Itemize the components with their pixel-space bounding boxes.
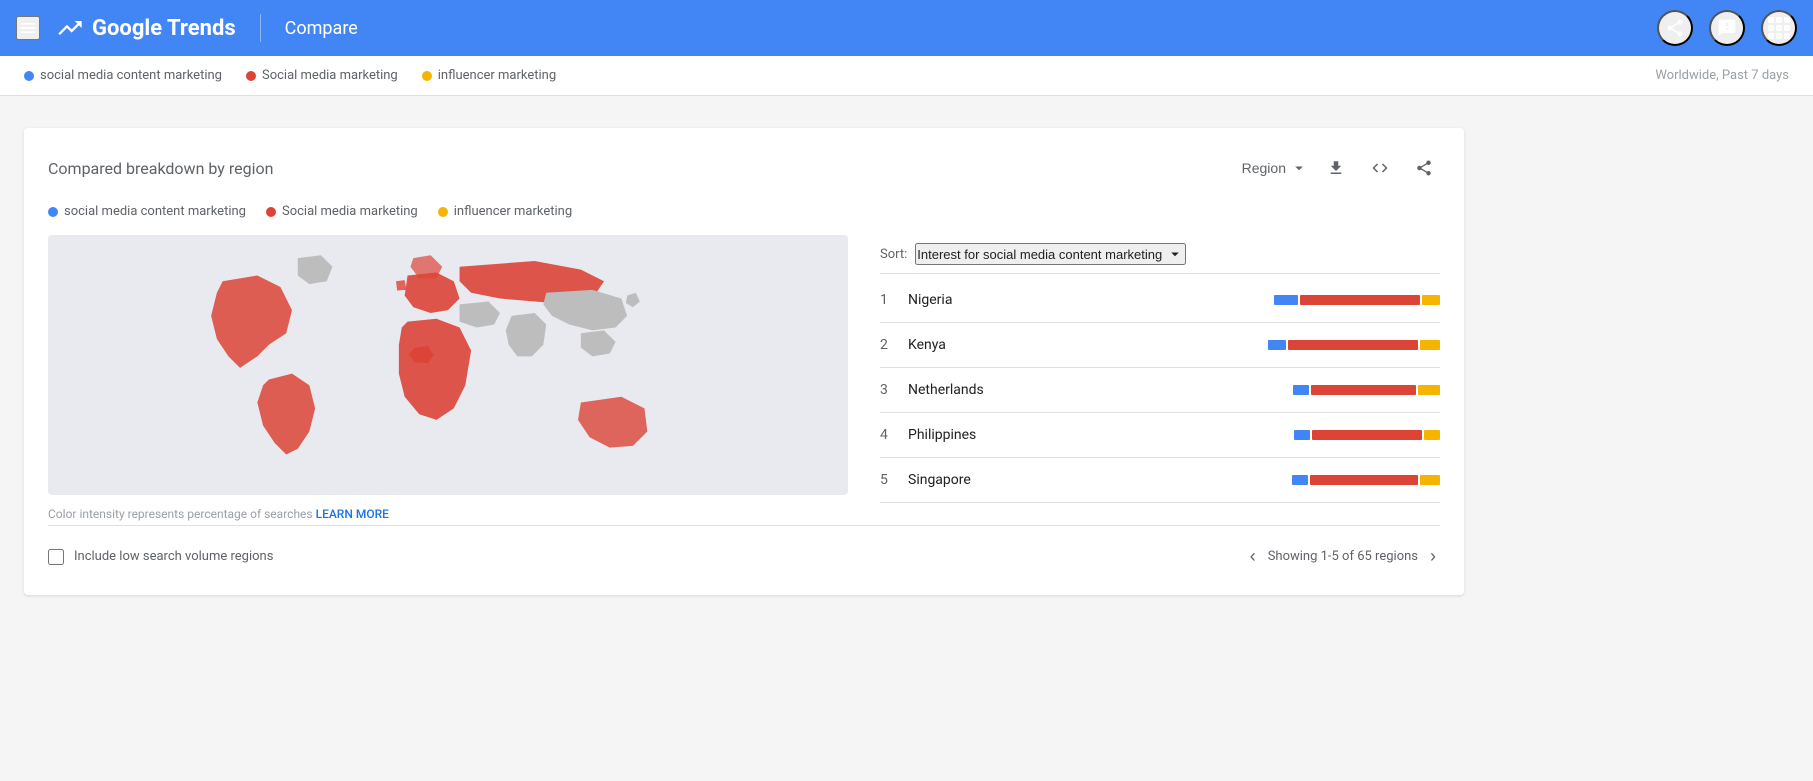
date-range: Worldwide, Past 7 days	[1655, 68, 1789, 83]
card-legend-dot-3	[438, 207, 448, 217]
bar-red	[1312, 430, 1422, 440]
card-controls: Region	[1242, 152, 1440, 184]
share-button[interactable]	[1657, 10, 1693, 46]
bar-blue	[1274, 295, 1298, 305]
sort-label: Sort:	[880, 247, 907, 262]
world-map-svg	[48, 235, 848, 495]
grid-icon	[1768, 17, 1790, 39]
low-volume-checkbox-label[interactable]: Include low search volume regions	[48, 549, 273, 565]
pagination-text: Showing 1-5 of 65 regions	[1268, 549, 1418, 564]
bar-red	[1311, 385, 1416, 395]
download-button[interactable]	[1320, 152, 1352, 184]
learn-more-link[interactable]: LEARN MORE	[316, 507, 389, 521]
card-title: Compared breakdown by region	[48, 159, 273, 178]
legend-bar: social media content marketing Social me…	[0, 56, 1813, 96]
region-row: 4Philippines	[880, 413, 1440, 458]
region-name: Netherlands	[908, 382, 1293, 398]
region-rows-container: 1Nigeria2Kenya3Netherlands4Philippines5S…	[880, 278, 1440, 503]
region-name: Nigeria	[908, 292, 1274, 308]
region-row: 5Singapore	[880, 458, 1440, 503]
region-rank: 2	[880, 337, 908, 353]
bar-blue	[1294, 430, 1310, 440]
card-legend-dot-2	[266, 207, 276, 217]
legend-item-1: social media content marketing	[24, 68, 222, 83]
card-legend-item-1: social media content marketing	[48, 204, 246, 219]
legend-item-2: Social media marketing	[246, 68, 398, 83]
share-card-button[interactable]	[1408, 152, 1440, 184]
download-icon	[1327, 159, 1345, 177]
region-rank: 3	[880, 382, 908, 398]
sort-bar: Sort: Interest for social media content …	[880, 235, 1440, 274]
table-section: Sort: Interest for social media content …	[880, 235, 1440, 521]
region-rank: 1	[880, 292, 908, 308]
share-icon	[1415, 159, 1433, 177]
region-rank: 4	[880, 427, 908, 443]
map-note: Color intensity represents percentage of…	[48, 507, 848, 521]
region-bars	[1268, 340, 1440, 350]
bar-blue	[1292, 475, 1308, 485]
bar-red	[1300, 295, 1420, 305]
legend-dot-1	[24, 71, 34, 81]
bar-red	[1288, 340, 1418, 350]
content-area: Color intensity represents percentage of…	[48, 235, 1440, 521]
legend-dot-3	[422, 71, 432, 81]
region-bars	[1274, 295, 1440, 305]
prev-page-button[interactable]: ‹	[1246, 542, 1260, 571]
card-legend-item-3: influencer marketing	[438, 204, 572, 219]
bar-red	[1310, 475, 1418, 485]
bar-yellow	[1420, 340, 1440, 350]
map-section: Color intensity represents percentage of…	[48, 235, 848, 521]
region-name: Kenya	[908, 337, 1268, 353]
feedback-button[interactable]	[1709, 10, 1745, 46]
world-map-container[interactable]	[48, 235, 848, 495]
region-dropdown[interactable]: Region	[1242, 159, 1308, 177]
bar-yellow	[1420, 475, 1440, 485]
embed-button[interactable]	[1364, 152, 1396, 184]
card-legend: social media content marketing Social me…	[48, 204, 1440, 219]
main-card: Compared breakdown by region Region soci…	[24, 128, 1464, 595]
bar-blue	[1293, 385, 1309, 395]
bar-yellow	[1422, 295, 1440, 305]
card-legend-item-2: Social media marketing	[266, 204, 418, 219]
code-icon	[1371, 159, 1389, 177]
apps-button[interactable]	[1761, 10, 1797, 46]
sort-dropdown[interactable]: Interest for social media content market…	[915, 243, 1186, 265]
hamburger-menu-button[interactable]	[16, 16, 40, 40]
region-bars	[1292, 475, 1440, 485]
bar-yellow	[1418, 385, 1440, 395]
legend-item-3: influencer marketing	[422, 68, 556, 83]
card-legend-dot-1	[48, 207, 58, 217]
low-volume-checkbox[interactable]	[48, 549, 64, 565]
region-name: Singapore	[908, 472, 1292, 488]
header-divider	[260, 14, 261, 42]
region-bars	[1293, 385, 1440, 395]
pagination: ‹ Showing 1-5 of 65 regions ›	[1246, 542, 1440, 571]
next-page-button[interactable]: ›	[1426, 542, 1440, 571]
region-row: 2Kenya	[880, 323, 1440, 368]
card-header: Compared breakdown by region Region	[48, 152, 1440, 184]
header-actions	[1657, 10, 1797, 46]
card-footer: Include low search volume regions ‹ Show…	[48, 525, 1440, 571]
legend-dot-2	[246, 71, 256, 81]
bar-yellow	[1424, 430, 1440, 440]
chevron-down-icon	[1290, 159, 1308, 177]
region-row: 3Netherlands	[880, 368, 1440, 413]
sort-chevron-icon	[1166, 245, 1184, 263]
gray-strip	[0, 96, 1813, 128]
google-trends-logo: Google Trends	[56, 14, 236, 42]
region-rank: 5	[880, 472, 908, 488]
region-bars	[1294, 430, 1440, 440]
bar-blue	[1268, 340, 1286, 350]
compare-label: Compare	[285, 18, 358, 39]
region-row: 1Nigeria	[880, 278, 1440, 323]
region-name: Philippines	[908, 427, 1294, 443]
header: Google Trends Compare	[0, 0, 1813, 56]
